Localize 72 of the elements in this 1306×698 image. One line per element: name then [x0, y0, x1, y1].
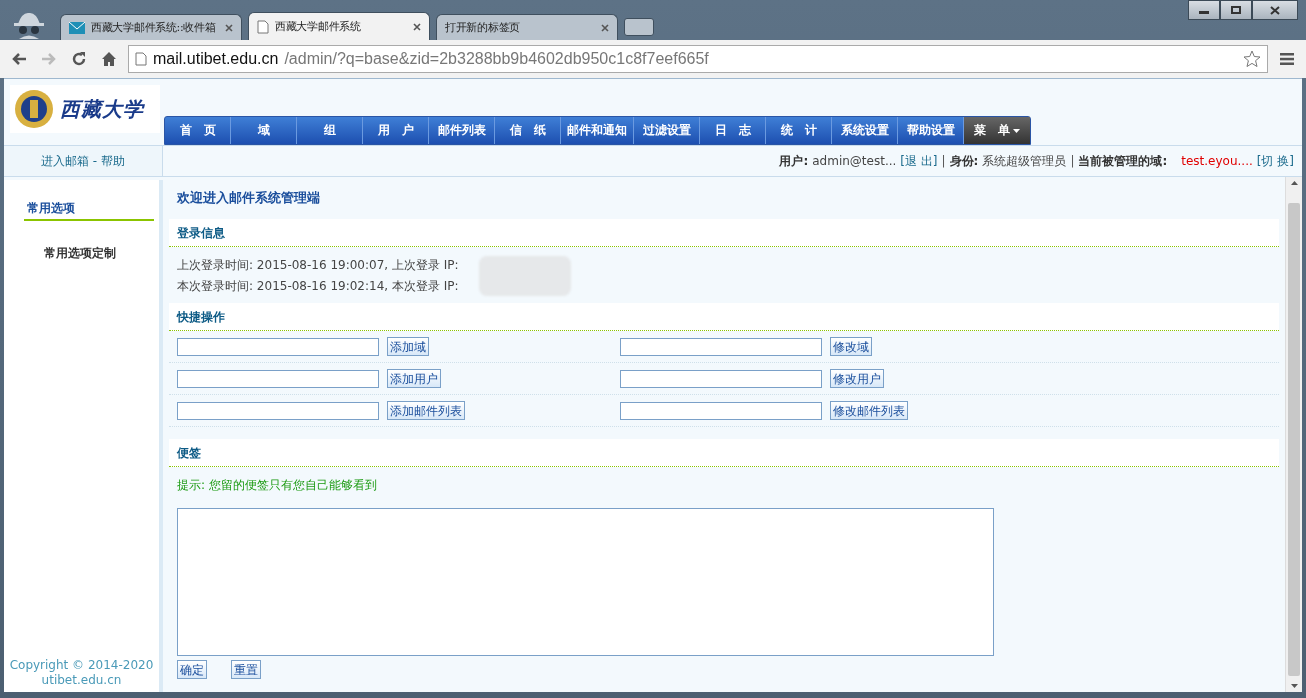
new-tab-button[interactable]	[624, 18, 654, 36]
browser-tab[interactable]: 西藏大学邮件系统::收件箱	[60, 14, 242, 40]
close-icon[interactable]	[225, 23, 233, 32]
form-button[interactable]: 确定	[177, 660, 207, 679]
star-icon[interactable]	[1243, 50, 1261, 68]
text-link[interactable]: [退 出]	[900, 152, 938, 170]
separator: |	[941, 154, 946, 168]
input-field[interactable]	[177, 369, 379, 388]
login-info-line: 本次登录时间: 2015-08-16 19:02:14, 本次登录 IP:	[177, 278, 459, 295]
action-button[interactable]: 添加用户	[387, 369, 441, 388]
address-bar[interactable]: mail.utibet.edu.cn /admin/?q=base&zid=2b3288bb9b4602db950c1c8f7eef665f	[128, 45, 1268, 73]
maximize-button[interactable]	[1220, 0, 1252, 20]
browser-tab[interactable]: 西藏大学邮件系统	[248, 12, 430, 40]
scrollbar[interactable]	[1285, 177, 1302, 692]
scroll-up-icon[interactable]	[1290, 181, 1298, 185]
sidebar-item[interactable]: 常用选项	[24, 198, 154, 221]
nav-tab[interactable]: 邮件和通知	[561, 117, 634, 144]
field-value: 系统超级管理员	[982, 152, 1067, 170]
nav-tab[interactable]: 系统设置	[832, 117, 898, 144]
input-field[interactable]	[177, 337, 379, 356]
nav-tab[interactable]: 组	[297, 117, 363, 144]
minimize-button[interactable]	[1188, 0, 1220, 20]
close-icon[interactable]	[413, 22, 421, 31]
nav-tab[interactable]: 首 页	[165, 117, 231, 144]
field-value: admin@test...	[812, 154, 897, 168]
page-icon	[257, 19, 269, 34]
page-icon	[135, 52, 147, 66]
action-button[interactable]: 修改用户	[830, 369, 884, 388]
nav-tab[interactable]: 信 纸	[495, 117, 561, 144]
incognito-icon	[12, 10, 46, 40]
field-label: 用户:	[779, 152, 809, 170]
form-button[interactable]: 重置	[231, 660, 261, 679]
section-heading: 登录信息	[169, 219, 1279, 247]
envelope-icon	[69, 21, 85, 34]
page-title: 欢迎进入邮件系统管理端	[176, 189, 321, 207]
caret-icon	[1013, 128, 1020, 133]
domain-value: test.eyou....	[1181, 154, 1253, 168]
action-button[interactable]: 修改域	[830, 337, 872, 356]
action-button[interactable]: 添加域	[387, 337, 429, 356]
nav-tab[interactable]: 过滤设置	[634, 117, 700, 144]
nav-tab[interactable]: 用 户	[363, 117, 429, 144]
close-icon	[1270, 5, 1280, 15]
site-text: utibet.edu.cn	[40, 673, 123, 688]
nav-tab[interactable]: 日 志	[700, 117, 766, 144]
sidebar-item[interactable]: 常用选项定制	[41, 243, 119, 266]
separator: |	[1070, 154, 1075, 168]
nav-tab[interactable]: 邮件列表	[429, 117, 495, 144]
close-icon[interactable]	[601, 23, 609, 32]
mailbox-help-links[interactable]: 进入邮箱 - 帮助	[4, 146, 163, 176]
browser-tab[interactable]: 打开新的标签页	[436, 14, 618, 40]
action-button[interactable]: 添加邮件列表	[387, 401, 465, 420]
nav-tab[interactable]: 域	[231, 117, 297, 144]
logo-text: 西藏大学	[60, 95, 144, 123]
input-field[interactable]	[620, 401, 822, 420]
field-label: 当前被管理的域:	[1078, 152, 1168, 170]
login-info-line: 上次登录时间: 2015-08-16 19:00:07, 上次登录 IP:	[177, 257, 459, 274]
action-button[interactable]: 修改邮件列表	[830, 401, 908, 420]
close-button[interactable]	[1252, 0, 1298, 20]
field-label: 身份:	[949, 152, 979, 170]
section-heading: 快捷操作	[169, 303, 1279, 331]
input-field[interactable]	[177, 401, 379, 420]
copyright-text: Copyright © 2014-2020	[8, 658, 155, 673]
seal-icon	[14, 89, 54, 129]
hint-text: 提示: 您留的便签只有您自己能够看到	[176, 477, 378, 494]
input-field[interactable]	[620, 369, 822, 388]
section-heading: 便签	[169, 439, 1279, 467]
input-field[interactable]	[620, 337, 822, 356]
maximize-icon	[1231, 6, 1241, 14]
nav-tab[interactable]: 统 计	[766, 117, 832, 144]
menu-tab[interactable]: 菜 单	[964, 117, 1030, 144]
text-link[interactable]: [切 换]	[1256, 152, 1294, 170]
scroll-down-icon[interactable]	[1290, 684, 1298, 688]
